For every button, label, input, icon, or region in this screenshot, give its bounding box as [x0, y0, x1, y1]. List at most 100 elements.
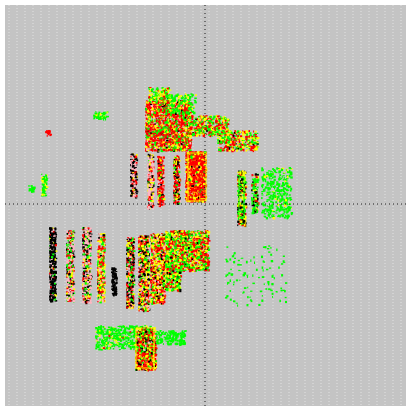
- intensity-pixel: [194, 127, 198, 129]
- intensity-pixel: [145, 120, 147, 122]
- intensity-pixel: [151, 144, 153, 147]
- intensity-pixel: [194, 117, 197, 119]
- intensity-pixel: [171, 103, 173, 106]
- intensity-pixel: [172, 125, 174, 128]
- intensity-pixel: [173, 172, 175, 174]
- intensity-pixel: [232, 141, 235, 144]
- intensity-pixel: [95, 114, 98, 117]
- intensity-pixel: [162, 156, 165, 159]
- intensity-pixel: [199, 133, 201, 135]
- intensity-pixel: [160, 167, 163, 170]
- intensity-pixel: [166, 98, 169, 100]
- intensity-pixel: [178, 116, 181, 118]
- intensity-pixel: [221, 126, 224, 128]
- intensity-pixel: [246, 149, 249, 151]
- intensity-pixel: [161, 100, 163, 103]
- intensity-pixel: [166, 121, 169, 124]
- intensity-pixel: [178, 160, 181, 162]
- intensity-pixel: [178, 109, 181, 112]
- intensity-pixel: [134, 156, 138, 159]
- intensity-pixel: [208, 131, 210, 134]
- intensity-pixel: [133, 191, 136, 193]
- intensity-pixel: [101, 115, 103, 118]
- intensity-pixel: [145, 123, 148, 126]
- intensity-pixel: [154, 118, 156, 122]
- intensity-pixel: [157, 169, 159, 171]
- intensity-pixel: [194, 97, 197, 99]
- intensity-pixel: [240, 139, 242, 142]
- intensity-pixel: [157, 97, 159, 100]
- intensity-pixel: [161, 193, 164, 196]
- intensity-pixel: [218, 117, 221, 120]
- intensity-pixel: [211, 121, 214, 124]
- intensity-pixel: [178, 202, 181, 205]
- intensity-pixel: [161, 145, 163, 148]
- intensity-pixel: [148, 87, 150, 89]
- intensity-pixel: [158, 194, 161, 197]
- intensity-pixel: [206, 129, 208, 133]
- intensity-pixel: [244, 143, 246, 146]
- intensity-pixel: [176, 155, 179, 157]
- intensity-pixel: [103, 115, 105, 119]
- intensity-pixel: [178, 156, 180, 159]
- intensity-pixel: [134, 188, 138, 191]
- intensity-pixel: [204, 115, 207, 117]
- intensity-pixel: [161, 162, 163, 165]
- intensity-pixel: [160, 116, 163, 118]
- intensity-pixel: [179, 144, 181, 147]
- intensity-pixel: [170, 126, 172, 128]
- intensity-pixel: [165, 126, 168, 129]
- intensity-pixel: [157, 187, 159, 191]
- intensity-pixel: [221, 134, 223, 136]
- intensity-pixel: [189, 108, 192, 111]
- intensity-pixel: [254, 148, 258, 151]
- cluster-top-core: [145, 100, 193, 153]
- intensity-pixel: [98, 118, 100, 120]
- intensity-pixel: [178, 112, 180, 116]
- intensity-pixel: [95, 112, 98, 115]
- intensity-pixel: [171, 122, 174, 125]
- intensity-pixel: [223, 121, 225, 124]
- intensity-pixel: [224, 117, 226, 120]
- intensity-pixel: [159, 142, 161, 145]
- intensity-pixel: [185, 144, 188, 146]
- column-upper-3: [157, 155, 166, 208]
- intensity-pixel: [248, 138, 251, 140]
- intensity-pixel: [233, 143, 236, 146]
- intensity-pixel: [191, 103, 194, 106]
- intensity-pixel: [106, 111, 108, 114]
- intensity-pixel: [134, 187, 136, 189]
- intensity-pixel: [147, 147, 149, 149]
- intensity-pixel: [160, 118, 163, 120]
- intensity-pixel: [235, 144, 237, 147]
- intensity-pixel: [249, 149, 252, 151]
- intensity-pixel: [246, 143, 249, 145]
- intensity-pixel: [188, 147, 192, 149]
- intensity-pixel: [209, 116, 212, 118]
- intensity-pixel: [180, 128, 182, 131]
- intensity-pixel: [159, 159, 162, 162]
- heatmap-canvas[interactable]: [5, 5, 406, 406]
- intensity-pixel: [159, 135, 161, 138]
- intensity-pixel: [135, 179, 139, 181]
- intensity-pixel: [158, 171, 161, 174]
- intensity-pixel: [132, 161, 135, 164]
- intensity-pixel: [218, 135, 220, 138]
- intensity-pixel: [185, 142, 188, 144]
- intensity-pixel: [223, 132, 227, 135]
- intensity-pixel: [253, 141, 257, 145]
- intensity-pixel: [134, 158, 137, 160]
- intensity-pixel: [174, 195, 176, 197]
- intensity-pixel: [188, 120, 191, 122]
- intensity-pixel: [183, 124, 186, 127]
- intensity-pixel: [147, 101, 150, 104]
- intensity-pixel: [160, 189, 163, 191]
- intensity-pixel: [245, 141, 247, 143]
- intensity-pixel: [158, 104, 162, 106]
- intensity-pixel: [234, 130, 237, 132]
- intensity-pixel: [149, 114, 151, 117]
- intensity-pixel: [165, 124, 168, 127]
- intensity-pixel: [160, 181, 162, 184]
- intensity-pixel: [171, 118, 174, 120]
- intensity-pixel: [227, 143, 229, 146]
